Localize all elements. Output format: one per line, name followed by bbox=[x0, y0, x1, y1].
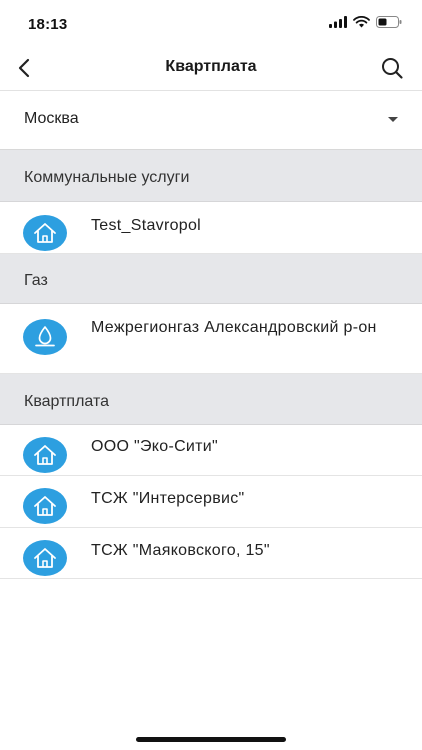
signal-icon bbox=[329, 16, 347, 28]
nav-bar: Квартплата bbox=[0, 44, 422, 91]
list-item[interactable]: ООО "Эко-Сити" bbox=[0, 425, 422, 476]
search-button[interactable] bbox=[378, 54, 406, 82]
gas-flame-icon bbox=[23, 319, 67, 355]
list-item-label: Межрегионгаз Александровский р-он bbox=[91, 319, 377, 336]
caret-down-icon bbox=[388, 117, 398, 122]
status-time: 18:13 bbox=[28, 16, 68, 33]
page-title: Квартплата bbox=[165, 58, 257, 75]
list-item[interactable]: ТСЖ "Маяковского, 15" bbox=[0, 528, 422, 579]
section-header-communal: Коммунальные услуги bbox=[0, 150, 422, 202]
section-title: Квартплата bbox=[24, 393, 110, 410]
section-header-gas: Газ bbox=[0, 254, 422, 304]
list-item-label: ТСЖ "Маяковского, 15" bbox=[91, 542, 270, 559]
status-icons bbox=[329, 16, 402, 28]
house-icon bbox=[23, 540, 67, 576]
house-icon bbox=[23, 215, 67, 251]
list-item-label: ТСЖ "Интерсервис" bbox=[91, 490, 245, 507]
city-dropdown[interactable]: Москва bbox=[0, 91, 422, 150]
search-icon bbox=[382, 58, 403, 79]
wifi-icon bbox=[353, 16, 370, 28]
home-indicator[interactable] bbox=[136, 737, 286, 742]
section-header-rent: Квартплата bbox=[0, 374, 422, 425]
battery-icon bbox=[376, 16, 402, 28]
section-title: Коммунальные услуги bbox=[24, 169, 190, 186]
house-icon bbox=[23, 437, 67, 473]
city-dropdown-value: Москва bbox=[24, 110, 79, 127]
list-item-label: Test_Stavropol bbox=[91, 217, 202, 234]
section-title: Газ bbox=[24, 272, 48, 289]
status-bar: 18:13 bbox=[0, 0, 422, 44]
list-item-label: ООО "Эко-Сити" bbox=[91, 438, 219, 455]
house-icon bbox=[23, 488, 67, 524]
list-item[interactable]: Межрегионгаз Александровский р-он bbox=[0, 304, 422, 374]
list-item[interactable]: Test_Stavropol bbox=[0, 202, 422, 254]
list-item[interactable]: ТСЖ "Интерсервис" bbox=[0, 476, 422, 528]
